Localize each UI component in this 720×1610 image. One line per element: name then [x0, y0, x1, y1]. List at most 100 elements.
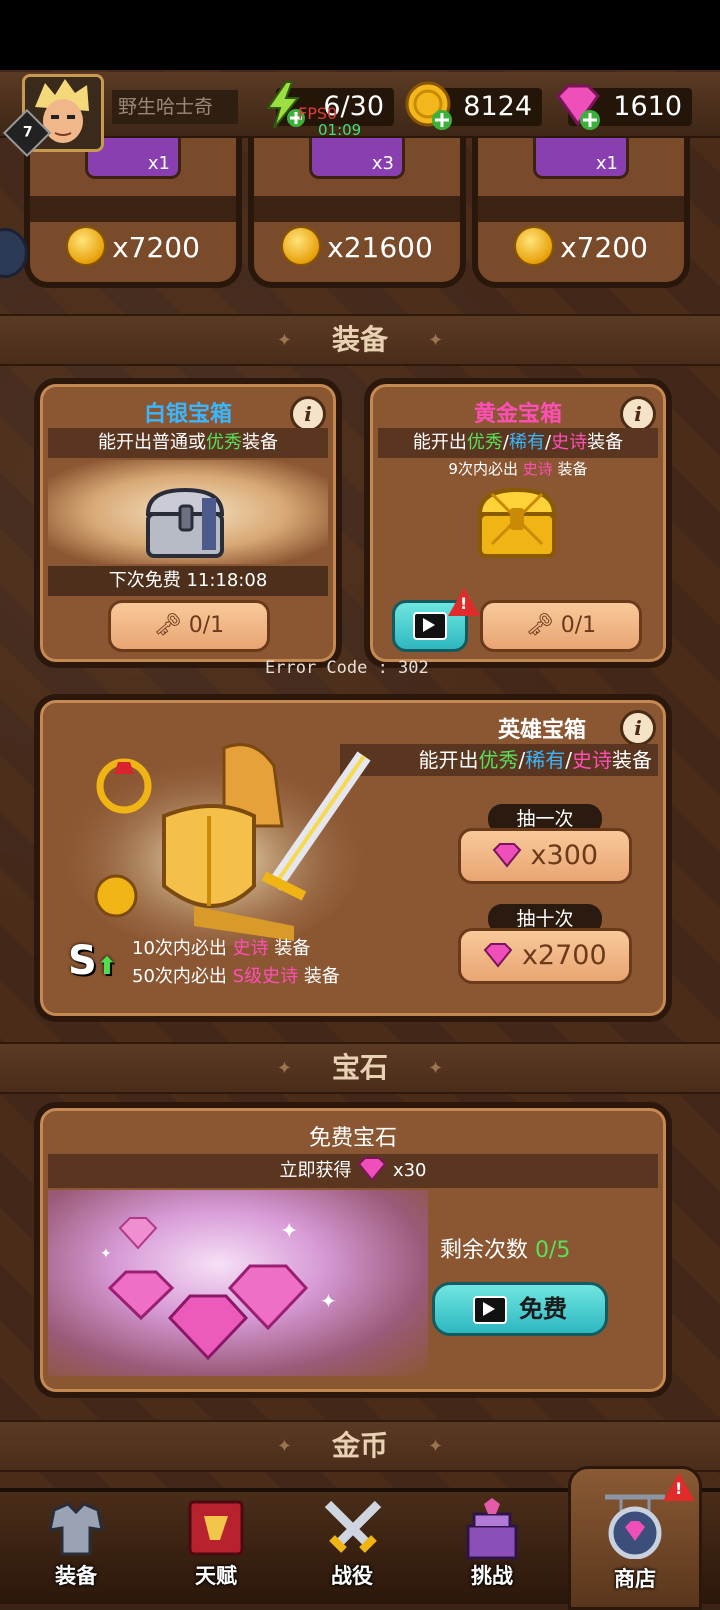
- svg-text:✦: ✦: [320, 1289, 337, 1313]
- desc-text: 能开出: [418, 748, 479, 772]
- svg-text:✦: ✦: [280, 1219, 298, 1244]
- silver-key-count: 0/1: [188, 613, 225, 638]
- section-title: 装备: [331, 323, 388, 356]
- nav-label: 商店: [614, 1567, 656, 1591]
- offer-qty: x1: [595, 153, 618, 174]
- card-strip: [30, 196, 236, 222]
- alert-icon: !: [448, 588, 480, 616]
- gem-icon: [492, 842, 522, 868]
- desc-text: 装备: [587, 432, 624, 453]
- offer-qty: x3: [371, 153, 394, 174]
- gold-key-button[interactable]: 🗝 0/1: [480, 600, 642, 652]
- section-equipment: ✦ 装备 ✦: [0, 314, 720, 366]
- section-title: 金币: [331, 1429, 388, 1462]
- offer-qty: x1: [147, 153, 170, 174]
- hero-equipment-art-icon: [64, 743, 371, 946]
- gem-offer-card-3[interactable]: x1 x7200: [472, 126, 690, 288]
- coin-icon: [66, 226, 107, 266]
- level-value: 7: [22, 124, 33, 141]
- offer-price-text: x7200: [112, 231, 200, 264]
- hero-guarantee-2: 50次内必出 S级史诗 装备: [132, 962, 340, 988]
- desc-text: 装备: [612, 748, 652, 772]
- guarantee-text: 9次内必出: [448, 460, 518, 478]
- nav-label: 挑战: [471, 1564, 513, 1588]
- section-deco-icon: ✦: [276, 330, 292, 351]
- pink-gems-pile-icon: ✦ ✦ ✦: [100, 1217, 337, 1361]
- hero-chest-desc: 能开出优秀/稀有/史诗装备: [340, 744, 658, 776]
- guarantee-count: 50: [132, 966, 155, 987]
- section-title: 宝石: [331, 1051, 388, 1084]
- offer-price: x7200: [478, 226, 684, 270]
- info-icon[interactable]: i: [290, 396, 326, 432]
- hero-guarantee-1: 10次内必出 史诗 装备: [132, 934, 310, 960]
- offer-price-text: x7200: [560, 231, 648, 264]
- silver-chest-icon: [145, 487, 225, 558]
- gold-key-count: 0/1: [560, 613, 597, 638]
- free-gems-card[interactable]: 免费宝石 立即获得 x30 ✦ ✦ ✦ 剩余次数 0/5 免费: [34, 1102, 672, 1398]
- silver-chest-card[interactable]: 白银宝箱 i 能开出普通或优秀装备 下次免费 11:18:08 🗝 0/1: [34, 378, 342, 668]
- silver-key-button[interactable]: 🗝 0/1: [108, 600, 270, 652]
- timer-debug-text: 01:09: [318, 121, 362, 139]
- next-free-band: 下次免费 11:18:08: [48, 566, 328, 596]
- shop-sign-icon: [605, 1494, 665, 1559]
- draw-ten-button[interactable]: x2700: [458, 928, 632, 984]
- next-free-label: 下次免费: [108, 570, 181, 591]
- gold-guarantee: 9次内必出 史诗 装备: [370, 458, 666, 479]
- nav-talent[interactable]: 天赋: [160, 1492, 272, 1604]
- section-deco-icon: ✦: [276, 1436, 292, 1457]
- key-icon: 🗝: [153, 613, 182, 638]
- hero-chest-card[interactable]: 英雄宝箱 i 能开出优秀/稀有/史诗装备 S⬆ 10次内必出 史诗 装备 50次…: [34, 694, 672, 1022]
- error-code-text: Error Code : 302: [265, 658, 429, 678]
- video-play-icon: [473, 1296, 507, 1324]
- desc-good: 优秀: [478, 748, 519, 772]
- remaining-value: 0/5: [535, 1238, 571, 1263]
- draw-one-price: x300: [530, 840, 599, 871]
- armor-icon: [48, 1502, 104, 1556]
- coin-icon: [514, 226, 555, 266]
- remaining-label: 剩余次数: [440, 1238, 529, 1263]
- card-strip: [254, 196, 460, 222]
- free-gems-reward: 立即获得 x30: [48, 1154, 658, 1188]
- guarantee-text: 装备: [274, 938, 311, 959]
- desc-epic: 史诗: [551, 432, 588, 453]
- guarantee-text: 次内必出: [154, 966, 227, 987]
- guarantee-text: 次内必出: [154, 938, 227, 959]
- status-bar: [0, 0, 720, 72]
- desc-text: 装备: [242, 432, 278, 453]
- gem-plus-icon[interactable]: [552, 80, 604, 132]
- gold-chest-icon: [477, 487, 557, 558]
- nav-label: 战役: [331, 1564, 373, 1588]
- draw-one-button[interactable]: x300: [458, 828, 632, 884]
- crossed-swords-icon: [324, 1500, 382, 1553]
- gold-chest-card[interactable]: 黄金宝箱 i 能开出优秀/稀有/史诗装备 9次内必出 史诗 装备 ! 🗝 0/1: [364, 378, 672, 668]
- guarantee-epic: S级史诗: [232, 966, 299, 987]
- guarantee-text: 装备: [303, 966, 340, 987]
- free-button-label: 免费: [519, 1295, 567, 1323]
- section-gems: ✦ 宝石 ✦: [0, 1042, 720, 1094]
- section-deco-icon: ✦: [428, 1058, 444, 1079]
- nav-campaign[interactable]: 战役: [296, 1492, 408, 1604]
- draw-ten-price: x2700: [521, 940, 607, 971]
- section-deco-icon: ✦: [276, 1058, 292, 1079]
- free-gems-title: 免费宝石: [308, 1126, 397, 1151]
- nav-equipment[interactable]: 装备: [20, 1492, 132, 1604]
- video-play-icon: [413, 612, 447, 640]
- coin-plus-icon[interactable]: [404, 80, 456, 132]
- offer-price: x7200: [30, 226, 236, 270]
- gem-icon: [357, 1157, 387, 1182]
- gem-offer-card-2[interactable]: x3 x21600: [248, 126, 466, 288]
- bottom-navigation: 装备 天赋 战役 挑战 ! 商店: [0, 1466, 720, 1610]
- nav-challenge[interactable]: 挑战: [436, 1492, 548, 1604]
- offer-price: x21600: [254, 226, 460, 270]
- info-icon[interactable]: i: [620, 396, 656, 432]
- desc-epic: 史诗: [572, 748, 612, 772]
- player-name[interactable]: 野生哈士奇: [112, 90, 238, 124]
- free-gems-button[interactable]: 免费: [432, 1282, 608, 1336]
- coin-value: 8124: [463, 91, 532, 122]
- info-icon[interactable]: i: [620, 710, 656, 746]
- s-grade-badge: S⬆: [68, 938, 117, 988]
- gem-icon: [483, 942, 513, 968]
- nav-shop[interactable]: ! 商店: [568, 1466, 702, 1610]
- key-icon: 🗝: [525, 613, 554, 638]
- remaining-count: 剩余次数 0/5: [440, 1232, 570, 1264]
